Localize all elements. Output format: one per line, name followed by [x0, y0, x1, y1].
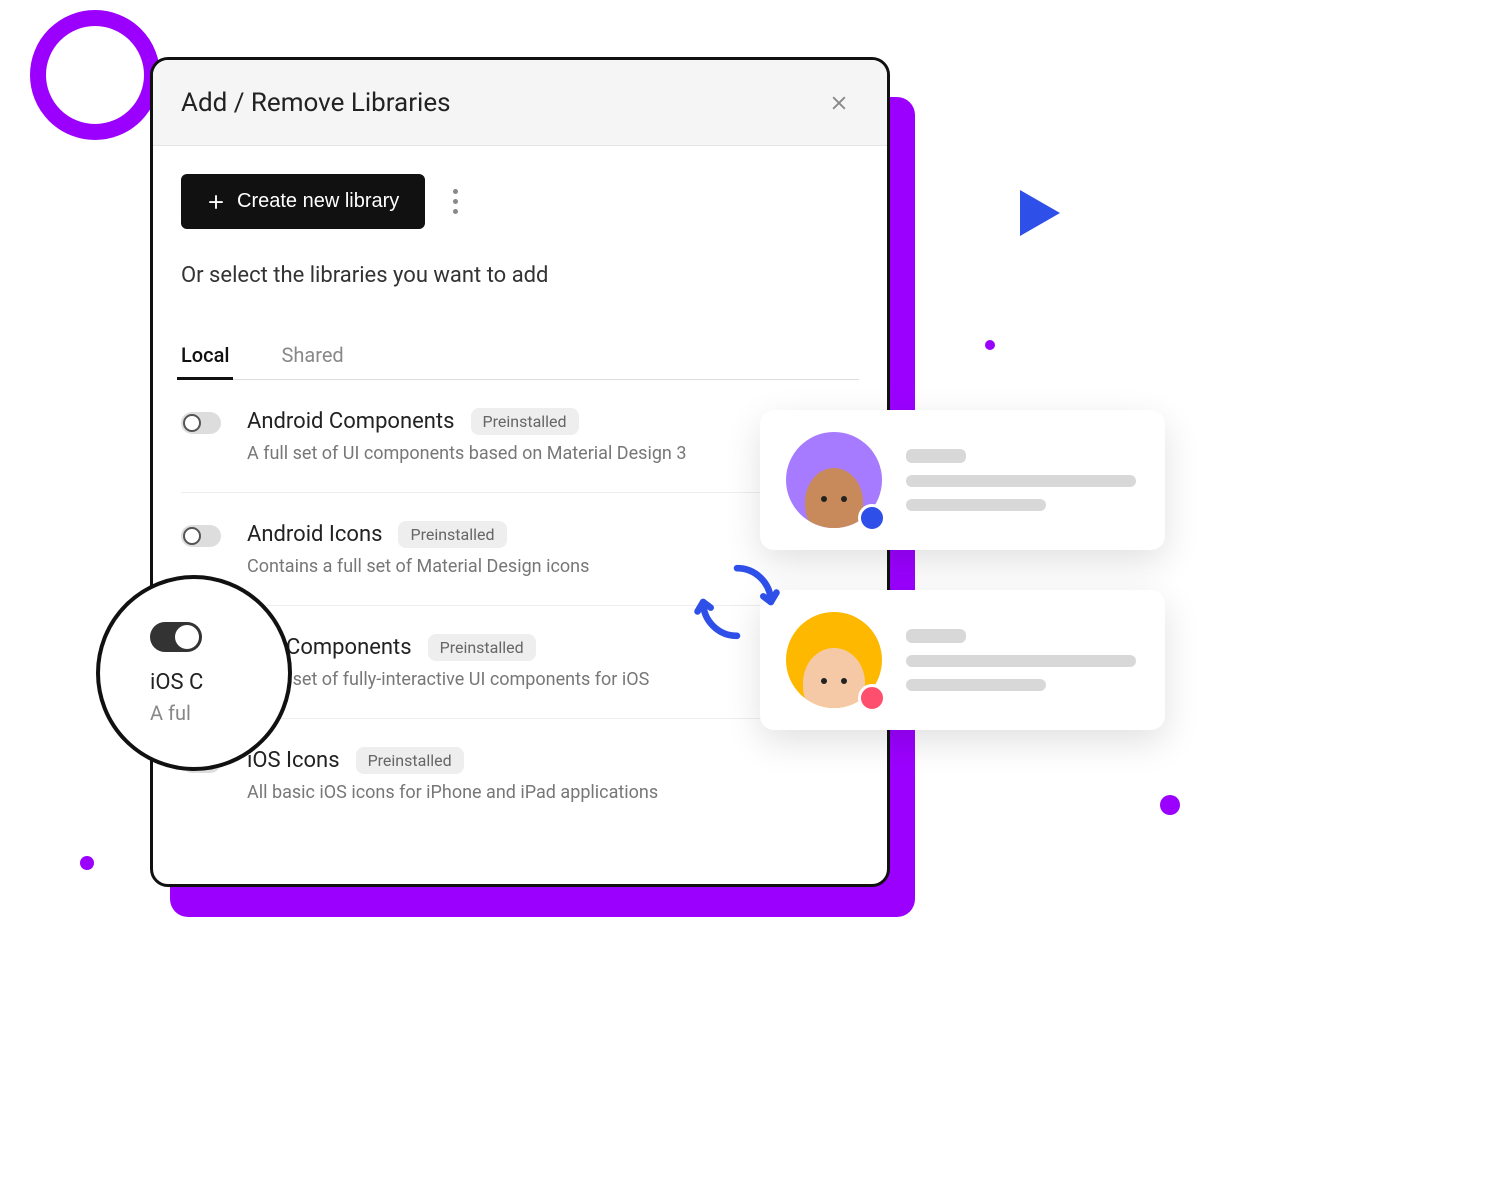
skeleton-line — [906, 499, 1046, 511]
close-button[interactable] — [819, 83, 859, 123]
create-library-button[interactable]: Create new library — [181, 174, 425, 229]
decorative-ring — [30, 10, 160, 140]
library-name: Android Icons — [247, 522, 382, 547]
preinstalled-badge: Preinstalled — [428, 634, 536, 661]
status-dot-icon — [858, 684, 886, 712]
decorative-play-triangle — [1020, 190, 1060, 236]
magnified-toggle-on-icon — [150, 622, 202, 652]
decorative-dot — [985, 340, 995, 350]
tab-bar: Local Shared — [181, 343, 859, 380]
library-toggle[interactable] — [181, 412, 221, 434]
library-name: iOS Icons — [247, 748, 340, 773]
magnifier-highlight: iOS C A ful — [96, 575, 292, 771]
skeleton-line — [906, 655, 1136, 667]
skeleton-line — [906, 679, 1046, 691]
library-item: iOS Icons Preinstalled All basic iOS ico… — [181, 719, 859, 831]
skeleton-line — [906, 475, 1136, 487]
modal-title: Add / Remove Libraries — [181, 88, 451, 118]
skeleton-line — [906, 449, 966, 463]
library-description: All basic iOS icons for iPhone and iPad … — [247, 782, 859, 803]
create-library-label: Create new library — [237, 190, 399, 213]
plus-icon — [207, 193, 225, 211]
kebab-dot-icon — [453, 199, 458, 204]
magnified-title-fragment: iOS C — [150, 670, 203, 695]
contact-card — [760, 590, 1165, 730]
preinstalled-badge: Preinstalled — [471, 408, 579, 435]
sync-arrows-icon — [690, 555, 784, 649]
status-dot-icon — [858, 504, 886, 532]
skeleton-line — [906, 629, 966, 643]
close-icon — [829, 93, 849, 113]
modal-header: Add / Remove Libraries — [153, 60, 887, 146]
kebab-dot-icon — [453, 209, 458, 214]
contact-card — [760, 410, 1165, 550]
decorative-dot — [1160, 795, 1180, 815]
library-toggle[interactable] — [181, 525, 221, 547]
kebab-dot-icon — [453, 189, 458, 194]
magnified-subtitle-fragment: A ful — [150, 701, 191, 725]
select-hint-text: Or select the libraries you want to add — [181, 263, 859, 288]
modal-toolbar: Create new library — [181, 174, 859, 229]
contact-cards-overlay — [760, 410, 1165, 770]
preinstalled-badge: Preinstalled — [356, 747, 464, 774]
tab-shared[interactable]: Shared — [281, 343, 343, 379]
tab-local[interactable]: Local — [181, 343, 229, 379]
library-item: Android Components Preinstalled A full s… — [181, 380, 859, 493]
preinstalled-badge: Preinstalled — [398, 521, 506, 548]
decorative-dot — [80, 856, 94, 870]
more-options-button[interactable] — [441, 182, 469, 222]
library-name: Android Components — [247, 409, 455, 434]
